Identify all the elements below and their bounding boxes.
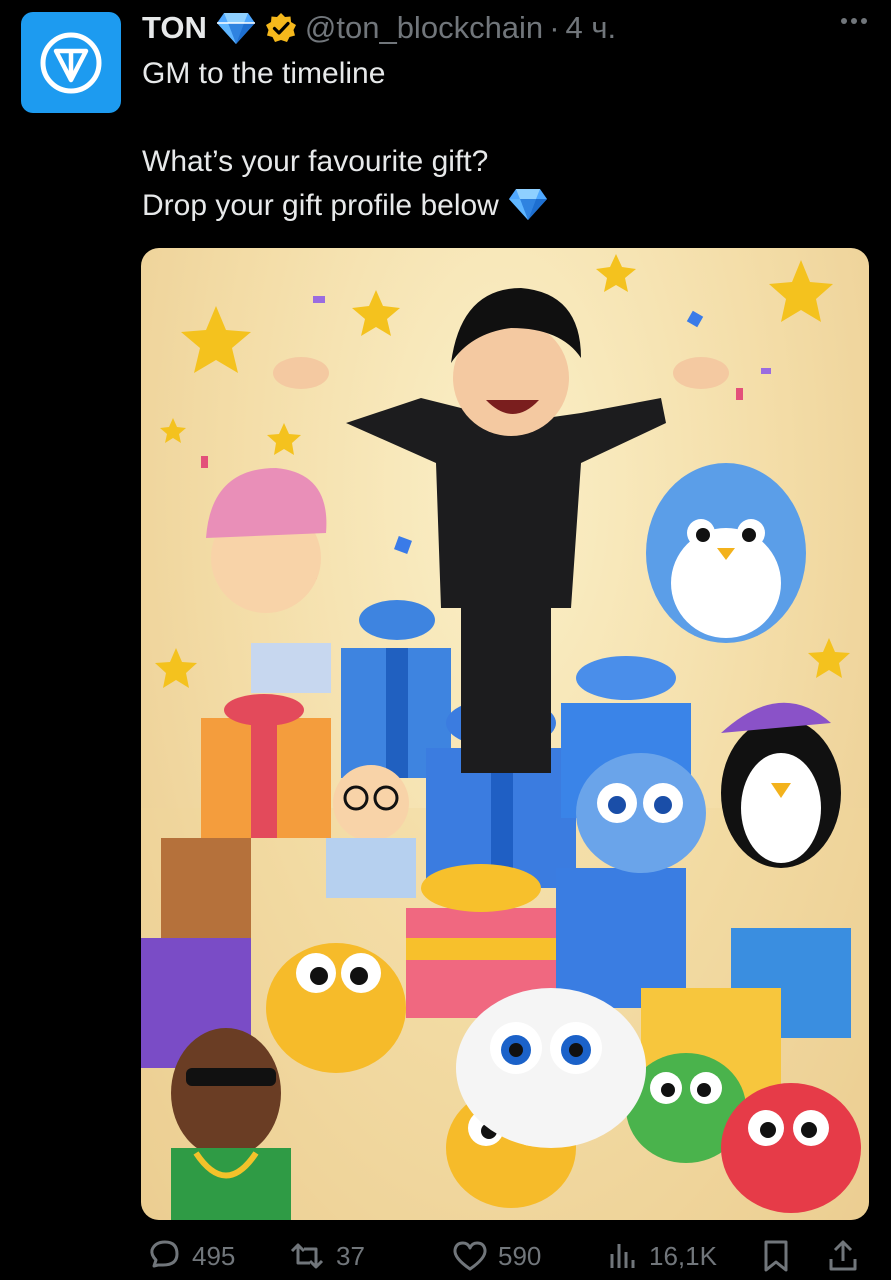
bookmark-icon <box>764 1240 788 1272</box>
verified-gold-icon[interactable] <box>265 12 297 44</box>
avatar[interactable] <box>21 12 121 113</box>
action-bar: 495 37 590 16,1K <box>142 1232 871 1280</box>
share-icon <box>829 1240 857 1271</box>
bookmark-button[interactable] <box>762 1239 790 1273</box>
post-time[interactable]: 4 ч. <box>566 10 617 46</box>
post-line: GM to the timeline <box>142 57 386 90</box>
reply-count: 495 <box>192 1240 236 1271</box>
views-button[interactable]: 16,1K <box>607 1240 717 1272</box>
post-header: TON @ton_blockchain · 4 ч. <box>142 6 871 50</box>
author-handle[interactable]: @ton_blockchain <box>305 10 543 46</box>
repost-count: 37 <box>336 1240 365 1271</box>
post-line-blank <box>142 96 549 140</box>
post-line-with-gem: Drop your gift profile below <box>142 184 549 228</box>
like-count: 590 <box>498 1240 542 1271</box>
views-count: 16,1K <box>649 1240 717 1271</box>
heart-icon <box>453 1241 487 1271</box>
post-line: Drop your gift profile below <box>142 189 499 222</box>
reply-button[interactable]: 495 <box>146 1238 235 1274</box>
ton-logo-icon <box>40 32 102 93</box>
repost-icon <box>290 1243 324 1269</box>
diamond-icon <box>216 11 256 45</box>
post-text: GM to the timeline What’s your favourite… <box>142 52 549 228</box>
post-image[interactable] <box>141 248 869 1220</box>
like-button[interactable]: 590 <box>452 1240 541 1272</box>
more-options-icon[interactable] <box>841 18 867 24</box>
separator-dot: · <box>549 10 560 45</box>
diamond-emoji-icon <box>507 187 549 234</box>
share-button[interactable] <box>827 1239 859 1273</box>
views-icon <box>610 1244 635 1268</box>
author-name[interactable]: TON <box>142 10 207 46</box>
post-line: What’s your favourite gift? <box>142 145 489 178</box>
reply-icon <box>150 1240 179 1268</box>
repost-button[interactable]: 37 <box>288 1241 365 1272</box>
gift-collection-illustration <box>141 254 869 1220</box>
